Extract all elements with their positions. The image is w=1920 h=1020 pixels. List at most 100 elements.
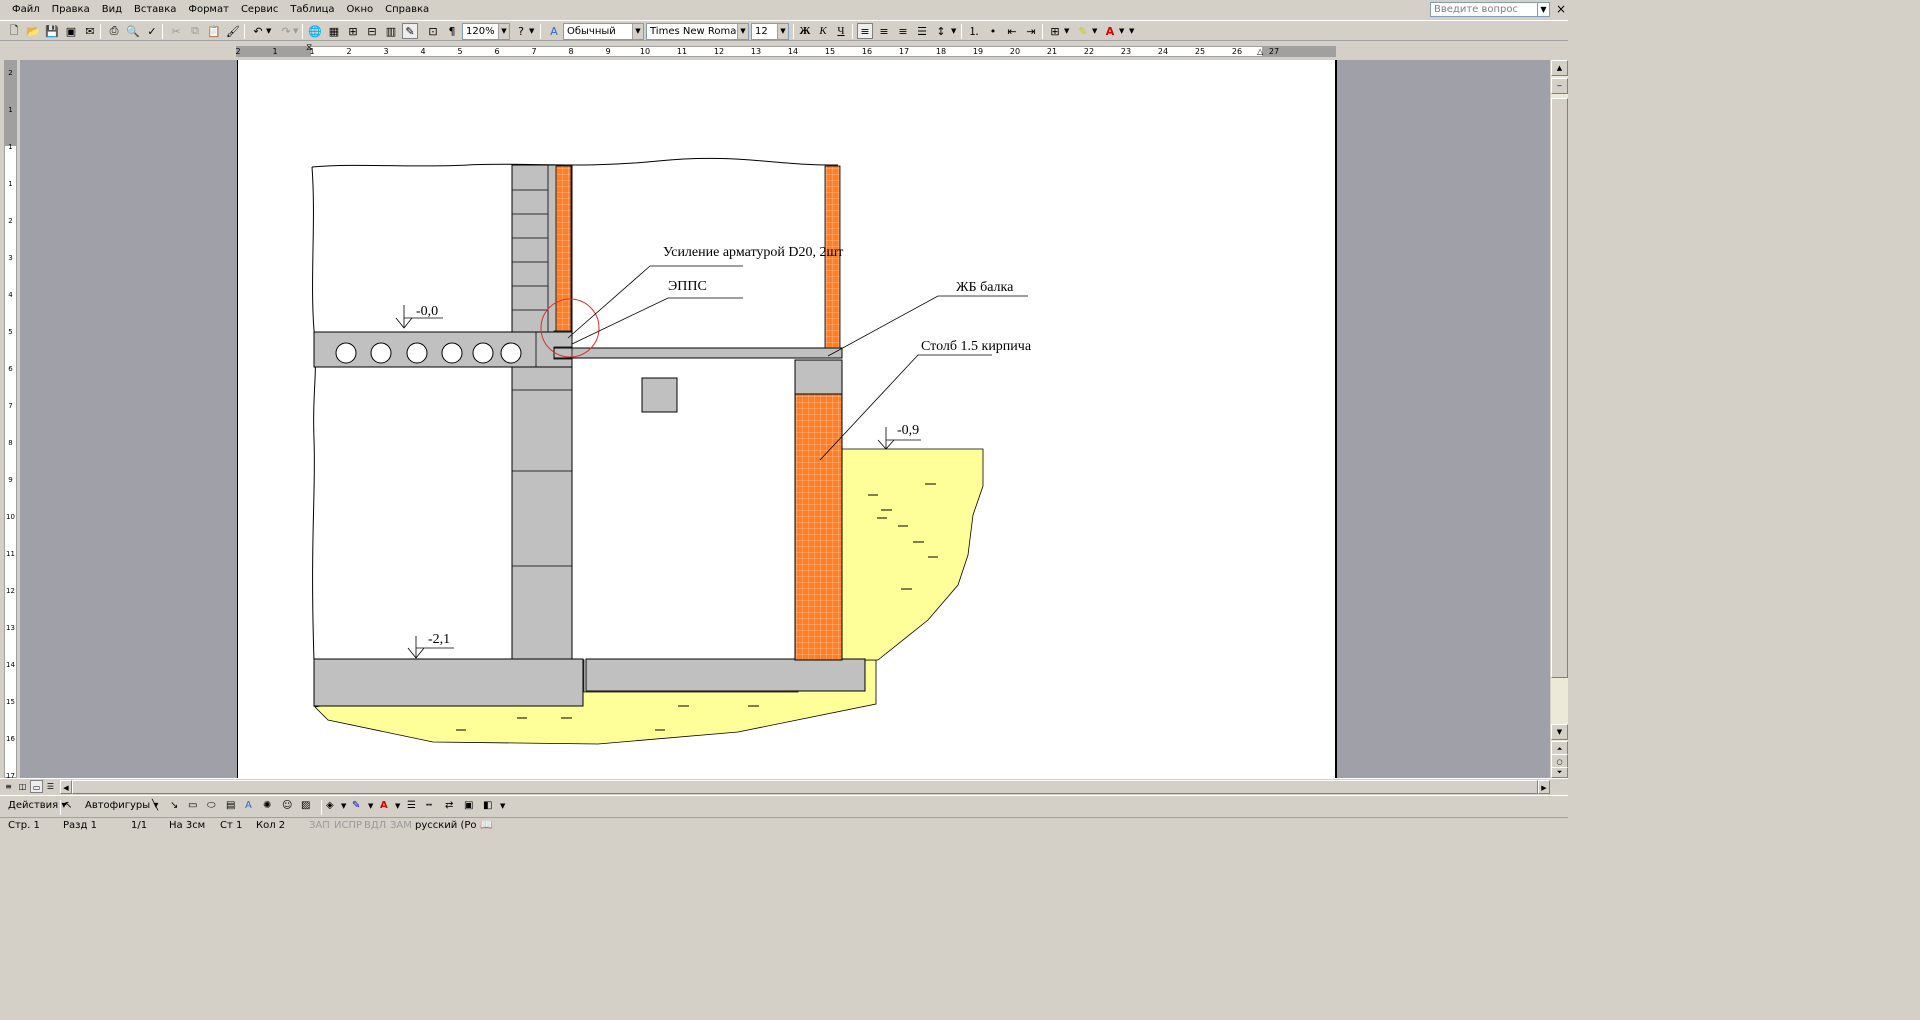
select-objects-icon[interactable]: ↖ — [64, 800, 72, 811]
undo-icon[interactable]: ↶ — [250, 23, 266, 39]
hyperlink-icon[interactable]: 🌐 — [307, 23, 323, 39]
bullets-icon[interactable]: • — [985, 23, 1001, 39]
menu-edit[interactable]: Правка — [46, 0, 96, 19]
split-handle[interactable]: − — [1551, 78, 1568, 94]
vertical-scrollbar[interactable]: ▲ − ▼ ⏶ ○ ⏷ — [1551, 60, 1568, 778]
status-page[interactable]: Стр. 1 — [8, 820, 40, 831]
scroll-left-icon[interactable]: ◀ — [60, 780, 72, 794]
menu-window[interactable]: Окно — [341, 0, 380, 19]
open-icon[interactable]: 📂 — [25, 23, 41, 39]
line-spacing-dropdown-icon[interactable]: ▼ — [951, 23, 956, 39]
ask-question-input[interactable]: Введите вопрос ▼ — [1430, 2, 1550, 17]
normal-view-icon[interactable]: ≡ — [2, 780, 15, 793]
copy-icon[interactable]: ⧉ — [187, 23, 203, 39]
next-page-icon[interactable]: ⏷ — [1551, 767, 1568, 778]
horizontal-ruler[interactable]: ⧖ △ 2 1 1 2 3 4 5 6 7 8 9 10 11 12 13 14 15 16 17 18 19 20 21 2… — [0, 43, 1568, 60]
drawing-icon[interactable]: ✎ — [402, 23, 418, 39]
styles-pane-icon[interactable]: A — [546, 23, 562, 39]
foundation-drawing[interactable]: Усиление арматурой D20, 2шт ЭППС ЖБ балк… — [238, 60, 1338, 778]
horizontal-scroll-thumb[interactable] — [72, 780, 1538, 794]
toolbar-options-icon[interactable]: ▼ — [500, 802, 505, 810]
menu-tools[interactable]: Сервис — [235, 0, 284, 19]
vertical-ruler[interactable]: 2 1 1 1 2 3 4 5 6 7 8 9 10 11 12 13 14 15 16 17 — [4, 60, 17, 780]
menu-insert[interactable]: Вставка — [128, 0, 182, 19]
insert-excel-icon[interactable]: ⊟ — [364, 23, 380, 39]
line-color-dropdown-icon[interactable]: ▼ — [368, 802, 373, 810]
font-color-icon[interactable]: A — [1102, 23, 1118, 39]
spelling-icon[interactable]: ✓ — [144, 23, 160, 39]
document-map-icon[interactable]: ⊡ — [425, 23, 441, 39]
email-icon[interactable]: ✉ — [82, 23, 98, 39]
oval-icon[interactable]: ⬭ — [207, 800, 216, 811]
menu-format[interactable]: Формат — [182, 0, 235, 19]
status-track-changes[interactable]: ИСПР — [334, 820, 362, 831]
line-color-icon[interactable]: ✎ — [352, 800, 360, 811]
scroll-up-icon[interactable]: ▲ — [1551, 60, 1568, 76]
permission-icon[interactable]: ▣ — [63, 23, 79, 39]
redo-icon[interactable]: ↷ — [278, 23, 294, 39]
cut-icon[interactable]: ✂ — [168, 23, 184, 39]
arrow-icon[interactable]: ↘ — [170, 800, 178, 811]
show-formatting-icon[interactable]: ¶ — [444, 23, 460, 39]
status-position[interactable]: На 3см — [169, 820, 205, 831]
print-icon[interactable]: ⎙ — [106, 23, 122, 39]
justify-icon[interactable]: ☰ — [914, 23, 930, 39]
actions-menu[interactable]: Действия ▾ — [8, 800, 66, 811]
chevron-down-icon[interactable]: ▼ — [777, 24, 788, 39]
menu-table[interactable]: Таблица — [284, 0, 340, 19]
highlight-dropdown-icon[interactable]: ▼ — [1092, 23, 1097, 39]
web-view-icon[interactable]: ◫ — [16, 780, 29, 793]
menu-help[interactable]: Справка — [379, 0, 435, 19]
chevron-down-icon[interactable]: ▼ — [1537, 3, 1549, 16]
clip-art-icon[interactable]: ☺ — [282, 800, 292, 811]
scroll-right-icon[interactable]: ▶ — [1538, 780, 1550, 794]
format-painter-icon[interactable]: 🖌 — [225, 23, 241, 39]
wordart-icon[interactable]: A — [245, 800, 252, 811]
bold-button[interactable]: Ж — [797, 23, 813, 39]
decrease-indent-icon[interactable]: ⇤ — [1004, 23, 1020, 39]
columns-icon[interactable]: ▥ — [383, 23, 399, 39]
status-line[interactable]: Ст 1 — [220, 820, 242, 831]
picture-icon[interactable]: ▨ — [301, 800, 310, 811]
redo-dropdown-icon[interactable]: ▼ — [293, 23, 298, 39]
style-select[interactable]: Обычный ▼ — [563, 23, 644, 40]
autoshapes-menu[interactable]: Автофигуры ▾ — [85, 800, 158, 811]
scroll-down-icon[interactable]: ▼ — [1551, 724, 1568, 740]
insert-table-icon[interactable]: ⊞ — [345, 23, 361, 39]
line-spacing-icon[interactable]: ↕ — [933, 23, 949, 39]
outline-view-icon[interactable]: ☰ — [44, 780, 57, 793]
fill-color-dropdown-icon[interactable]: ▼ — [341, 802, 346, 810]
line-icon[interactable]: ╲ — [152, 800, 158, 811]
font-color-dropdown-icon[interactable]: ▼ — [1119, 23, 1124, 39]
paste-icon[interactable]: 📋 — [206, 23, 222, 39]
print-layout-icon[interactable]: ▭ — [30, 780, 43, 793]
right-indent-marker-icon[interactable]: △ — [1257, 47, 1263, 56]
toolbar-options-icon[interactable]: ▼ — [529, 23, 534, 39]
menu-view[interactable]: Вид — [96, 0, 128, 19]
zoom-select[interactable]: 120% ▼ — [462, 23, 510, 40]
line-style-icon[interactable]: ☰ — [407, 800, 416, 811]
tables-borders-icon[interactable]: ▦ — [326, 23, 342, 39]
status-language[interactable]: русский (Ро — [415, 820, 477, 831]
fill-color-icon[interactable]: ◈ — [326, 800, 334, 811]
diagram-icon[interactable]: ✺ — [263, 800, 271, 811]
status-record[interactable]: ЗАП — [309, 820, 330, 831]
underline-button[interactable]: Ч — [833, 23, 849, 39]
highlight-icon[interactable]: ✎ — [1075, 23, 1091, 39]
status-overtype[interactable]: ЗАМ — [390, 820, 412, 831]
font-color-dropdown-icon[interactable]: ▼ — [395, 802, 400, 810]
3d-style-icon[interactable]: ◧ — [483, 800, 492, 811]
status-extend[interactable]: ВДЛ — [364, 820, 386, 831]
spelling-status-icon[interactable]: 📖 — [480, 820, 492, 831]
status-pages[interactable]: 1/1 — [131, 820, 147, 831]
align-left-icon[interactable]: ≡ — [857, 23, 873, 39]
numbering-icon[interactable]: ⒈ — [966, 23, 982, 39]
chevron-down-icon[interactable]: ▼ — [737, 24, 748, 39]
help-icon[interactable]: ? — [513, 23, 529, 39]
status-column[interactable]: Кол 2 — [256, 820, 285, 831]
document-canvas[interactable]: Усиление арматурой D20, 2шт ЭППС ЖБ балк… — [20, 60, 1550, 778]
toolbar-options-icon[interactable]: ▼ — [1129, 23, 1134, 39]
borders-dropdown-icon[interactable]: ▼ — [1064, 23, 1069, 39]
scroll-thumb[interactable] — [1551, 98, 1568, 678]
arrow-style-icon[interactable]: ⇄ — [445, 800, 453, 811]
